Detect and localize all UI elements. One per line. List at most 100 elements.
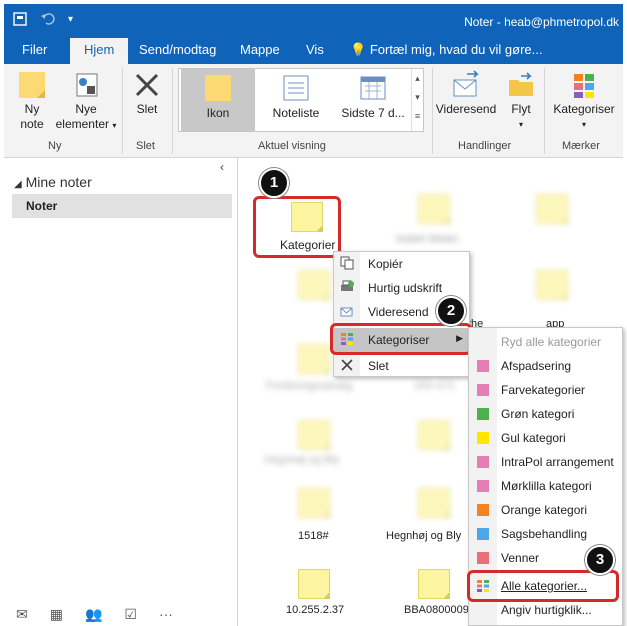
- menu-item-category[interactable]: Grøn kategori: [469, 402, 622, 426]
- menu-item-category[interactable]: Sagsbehandling: [469, 522, 622, 546]
- quick-print-icon: [341, 280, 354, 291]
- menu-item-label: IntraPol arrangement: [501, 455, 614, 469]
- menu-item-slet[interactable]: Slet: [334, 354, 469, 378]
- new-note-button[interactable]: Ny note: [12, 70, 52, 132]
- gallery-scroll[interactable]: ▴ ▾ ≡: [411, 69, 423, 131]
- view-last7-label: Sidste 7 d...: [341, 106, 405, 120]
- view-icon-option[interactable]: Ikon: [181, 69, 255, 131]
- ribbon-separator: [544, 68, 545, 154]
- menu-item-category[interactable]: IntraPol arrangement: [469, 450, 622, 474]
- chevron-down-icon: ▾: [112, 121, 117, 130]
- categorize-button[interactable]: Kategoriser ▾: [548, 70, 620, 132]
- folder-group-mine-noter[interactable]: ◢ Mine noter: [14, 174, 92, 190]
- menu-item-kopier[interactable]: Kopiér: [334, 252, 469, 276]
- customize-qat-icon[interactable]: ▾: [68, 11, 73, 30]
- note-label: Hegnhøj og Bly: [386, 530, 462, 542]
- forward-icon: [340, 307, 353, 317]
- move-button[interactable]: Flyt ▾: [502, 70, 540, 132]
- forward-envelope-icon: [453, 70, 479, 97]
- new-items-label-1: Nye: [75, 102, 97, 116]
- new-items-button[interactable]: Nye elementer ▾: [54, 70, 118, 133]
- chevron-down-icon[interactable]: ▾: [412, 92, 423, 103]
- expand-triangle-icon[interactable]: ◢: [14, 179, 22, 190]
- tab-hjem[interactable]: Hjem: [70, 38, 129, 64]
- note-item[interactable]: [298, 270, 330, 300]
- send-receive-icon[interactable]: [12, 11, 28, 30]
- collapse-pane-icon[interactable]: ‹: [220, 160, 224, 174]
- menu-item-label: Slet: [368, 359, 389, 373]
- chevron-up-icon[interactable]: ▴: [412, 73, 423, 84]
- category-color-swatch: [477, 504, 489, 516]
- menu-item-label: Afspadsering: [501, 359, 572, 373]
- group-label-slet: Slet: [136, 140, 155, 152]
- more-icon[interactable]: ≡: [412, 111, 423, 121]
- note-label: 10.255.2.37: [286, 604, 345, 616]
- category-color-swatch: [477, 456, 489, 468]
- tab-filer[interactable]: Filer: [22, 42, 47, 57]
- tab-vis[interactable]: Vis: [306, 42, 324, 57]
- move-label: Flyt: [511, 102, 531, 116]
- note-item[interactable]: [418, 194, 450, 224]
- menu-item-label: Kopiér: [368, 257, 403, 271]
- copy-icon: [340, 256, 354, 270]
- note-item[interactable]: [418, 488, 450, 518]
- category-color-swatch: [477, 408, 489, 420]
- mail-icon[interactable]: ✉: [16, 606, 28, 626]
- menu-item-label: Gul kategori: [501, 431, 566, 445]
- title-bar: ▾ Noter - heab@phmetropol.dk: [4, 4, 623, 38]
- callout-badge-2: 2: [436, 296, 466, 326]
- menu-item-label: Farvekategorier: [501, 383, 586, 397]
- chevron-down-icon: ▾: [518, 120, 523, 129]
- note-view-icon: [205, 75, 231, 101]
- more-icon[interactable]: ···: [159, 606, 173, 626]
- menu-item-label: Angiv hurtigklik...: [501, 603, 592, 617]
- ribbon: Ny note Nye elementer ▾ Slet Ikon Noteli…: [4, 64, 623, 158]
- folder-noter[interactable]: Noter: [12, 194, 232, 218]
- outlook-window: ▾ Noter - heab@phmetropol.dk Filer Hjem …: [0, 0, 627, 626]
- new-items-icon: [76, 73, 98, 97]
- category-color-swatch: [477, 480, 489, 492]
- tell-me-search[interactable]: 💡 Fortæl mig, hvad du vil gøre...: [350, 42, 542, 58]
- calendar-view-icon: [360, 76, 386, 100]
- undo-icon[interactable]: [40, 11, 56, 30]
- people-icon[interactable]: 👥: [85, 606, 102, 626]
- callout-highlight-1: [253, 196, 341, 258]
- callout-highlight-3: [467, 570, 619, 602]
- delete-button[interactable]: Slet: [128, 70, 166, 117]
- view-notelist-option[interactable]: Noteliste: [261, 69, 331, 131]
- group-label-handlinger: Handlinger: [458, 140, 512, 152]
- calendar-icon[interactable]: ▦: [50, 606, 63, 626]
- category-color-swatch: [477, 552, 489, 564]
- tasks-icon[interactable]: ☑: [124, 606, 137, 626]
- window-title: Noter - heab@phmetropol.dk: [464, 15, 619, 29]
- note-label: BBA0800009: [404, 604, 469, 616]
- module-switcher: ✉ ▦ 👥 ☑ ···: [4, 606, 238, 626]
- forward-button[interactable]: Videresend: [434, 70, 498, 117]
- note-item[interactable]: [298, 488, 330, 518]
- chevron-down-icon: ▾: [581, 120, 586, 129]
- categorize-grid-icon: [574, 74, 594, 98]
- callout-highlight-2: [330, 323, 472, 355]
- menu-item-category[interactable]: Orange kategori: [469, 498, 622, 522]
- view-last7-option[interactable]: Sidste 7 d...: [335, 69, 411, 131]
- tab-send-modtag[interactable]: Send/modtag: [139, 42, 216, 57]
- menu-item-category[interactable]: Gul kategori: [469, 426, 622, 450]
- tell-me-label: Fortæl mig, hvad du vil gøre...: [369, 42, 543, 57]
- group-label-aktuel: Aktuel visning: [258, 140, 326, 152]
- note-item[interactable]: [298, 569, 330, 599]
- note-label-blurred: Forskningsudvalg: [266, 380, 353, 392]
- delete-x-icon: [135, 73, 159, 97]
- menu-item-category[interactable]: Mørklilla kategori: [469, 474, 622, 498]
- callout-badge-1: 1: [259, 168, 289, 198]
- note-label-blurred: Hegnhøj og Bly: [264, 454, 340, 466]
- new-note-label-2: note: [20, 117, 44, 131]
- note-item[interactable]: [418, 569, 450, 599]
- menu-item-category[interactable]: Farvekategorier: [469, 378, 622, 402]
- tab-mappe[interactable]: Mappe: [240, 42, 280, 57]
- note-item[interactable]: [298, 420, 330, 450]
- note-item[interactable]: [536, 270, 568, 300]
- note-item[interactable]: [298, 344, 330, 374]
- note-item[interactable]: [418, 420, 450, 450]
- note-item[interactable]: [536, 194, 568, 224]
- menu-item-category[interactable]: Afspadsering: [469, 354, 622, 378]
